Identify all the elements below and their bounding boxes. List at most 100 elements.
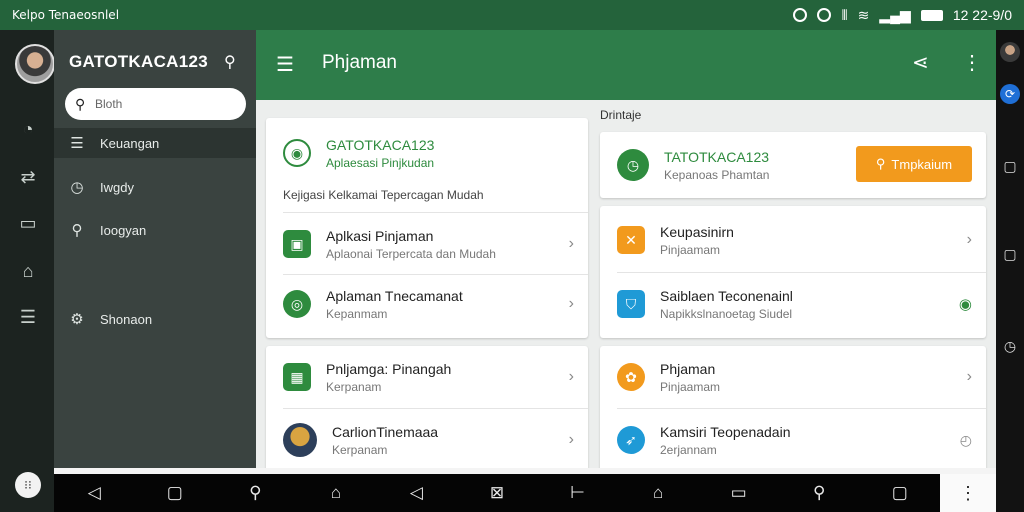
square-icon[interactable]: ▢ — [1000, 156, 1020, 176]
home-icon[interactable]: ⌂ — [296, 483, 377, 503]
check-circle-icon: ◉ — [283, 139, 311, 167]
screen: Kelpo Tenaeosnlel ⦀ ≋ ▂▄▆ 12 22-9/0 ◔ ⇄ … — [0, 0, 1024, 512]
location-icon: ◎ — [283, 290, 311, 318]
item-title: Keupasinirn — [660, 223, 734, 240]
more-options-icon[interactable]: ⋮ — [940, 474, 996, 512]
drawer-item-shonaon[interactable]: ⚙ Shonaon — [54, 304, 256, 334]
wallet-icon: ▣ — [283, 230, 311, 258]
square-icon[interactable]: ▢ — [1000, 244, 1020, 264]
chevron-right-icon: › — [568, 235, 574, 252]
drawer-item-iwgdy[interactable]: ◷ Iwgdy — [54, 172, 256, 202]
list-icon: ☰ — [70, 135, 84, 152]
bracket-icon[interactable]: ⊢ — [537, 483, 618, 503]
swap-icon[interactable]: ⇄ — [17, 166, 39, 188]
menu-icon[interactable]: ☰ — [276, 52, 294, 77]
list-item[interactable]: CarlionTinemaaa Kerpanam › — [266, 409, 588, 468]
status-dot-icon: ◉ — [958, 296, 972, 313]
finance-card: ✕ Keupasinirn Pinjaamam › ⛉ Saiblaen Tec… — [600, 206, 986, 338]
search-icon[interactable]: ⚲ — [224, 52, 236, 72]
item-title: CarlionTinemaaa — [332, 423, 439, 440]
search-icon[interactable]: ⚲ — [215, 483, 296, 503]
list-item[interactable]: ⛉ Saiblaen Teconenainl Napikkslnanoetag … — [600, 274, 986, 334]
status-icons: ⦀ ≋ ▂▄▆ 12 22-9/0 — [793, 7, 1012, 24]
chevron-right-icon: › — [966, 368, 972, 385]
navigation-drawer: GATOTKACA123 ⚲ ⚲ Bloth ☰ Keuangan ◷ Iwgd… — [54, 30, 256, 468]
clock-icon[interactable]: ◔ — [17, 118, 39, 140]
profile-tagline: Kejigasi Kelkamai Tepercagan Mudah — [283, 188, 484, 202]
item-subtitle: 2erjannam — [660, 442, 717, 457]
back-icon[interactable]: ◁ — [54, 483, 135, 503]
shield-icon: ⛉ — [617, 290, 645, 318]
list-item[interactable]: ➶ Kamsiri Teopenadain 2erjannam ◴ — [600, 409, 986, 468]
avatar[interactable] — [1000, 42, 1020, 62]
apply-button-label: Tmpkaium — [891, 156, 953, 172]
status-bar: Kelpo Tenaeosnlel ⦀ ≋ ▂▄▆ 12 22-9/0 — [0, 0, 1024, 30]
wifi-icon: ≋ — [857, 6, 870, 23]
item-subtitle: Pinjaamam — [660, 242, 721, 257]
profile-title: GATOTKACA123 — [326, 136, 435, 153]
building-icon[interactable]: ⌂ — [618, 483, 699, 503]
search-input[interactable]: ⚲ Bloth — [65, 88, 246, 120]
chevron-right-icon: › — [568, 295, 574, 312]
square-icon[interactable]: ▢ — [135, 483, 216, 503]
drawer-item-ioogyan[interactable]: ⚲ Ioogyan — [54, 215, 256, 245]
item-title: Pnljamga: Pinangah — [326, 360, 452, 377]
item-title: Saiblaen Teconenainl — [660, 287, 793, 304]
profile-subtitle: Aplaesasi Pinjkudan — [326, 155, 435, 170]
back-icon[interactable]: ◁ — [376, 483, 457, 503]
list-icon[interactable]: ☰ — [17, 306, 39, 328]
chevron-right-icon: › — [966, 231, 972, 248]
square-icon[interactable]: ▢ — [859, 483, 940, 503]
sync-icon — [817, 8, 832, 22]
item-title: Phjaman — [660, 360, 716, 377]
avatar — [283, 423, 317, 457]
status-bar-title: Kelpo Tenaeosnlel — [12, 8, 120, 22]
item-subtitle: Aplaonai Terpercata dan Mudah — [326, 246, 496, 261]
drawer-item-label: Ioogyan — [100, 222, 147, 238]
search-placeholder: Bloth — [95, 97, 123, 111]
coin-icon: ✿ — [617, 363, 645, 391]
item-subtitle: Napikkslnanoetag Siudel — [660, 306, 793, 321]
gear-icon: ⚙ — [70, 311, 84, 328]
main-content: ◉ GATOTKACA123 Aplaesasi Pinjkudan Kejig… — [256, 100, 996, 468]
left-rail: ◔ ⇄ ▭ ⌂ ☰ — [0, 30, 55, 512]
drawer-username: GATOTKACA123 — [69, 52, 208, 71]
list-item[interactable]: ▣ Aplkasi Pinjaman Aplaonai Terpercata d… — [266, 216, 588, 272]
page-title: Phjaman — [322, 52, 397, 73]
battery-icon — [920, 9, 943, 21]
more-options-icon[interactable]: ⋮ — [962, 50, 982, 75]
account-title: TATOTKACA123 — [664, 148, 770, 165]
list-item[interactable]: ✕ Keupasinirn Pinjaamam › — [600, 210, 986, 270]
rocket-icon: ➶ — [617, 426, 645, 454]
chevron-right-icon: › — [568, 431, 574, 448]
clock-icon: ◷ — [70, 179, 84, 196]
signal-icon: ▂▄▆ — [879, 6, 911, 23]
account-card: ◷ TATOTKACA123 Kepanoas Phamtan ⚲ Tmpkai… — [600, 132, 986, 198]
clock-text: 12 22-9/0 — [952, 7, 1012, 23]
clipboard-icon[interactable]: ▭ — [698, 483, 779, 503]
loan-card: ▦ Pnljamga: Pinangah Kerpanam › CarlionT… — [266, 346, 588, 468]
wallet-icon: ✕ — [617, 226, 645, 254]
clock-icon[interactable]: ◷ — [1000, 336, 1020, 356]
home-icon[interactable]: ⌂ — [17, 260, 39, 282]
assistant-icon[interactable]: ⁝⁝ — [15, 472, 41, 498]
timer-icon: ◴ — [959, 431, 972, 448]
drawer-item-keuangan[interactable]: ☰ Keuangan — [54, 128, 256, 158]
search-icon: ⚲ — [875, 156, 886, 171]
calculator-icon: ▦ — [283, 363, 311, 391]
list-item[interactable]: ✿ Phjaman Pinjaamam › — [600, 346, 986, 408]
card-icon[interactable]: ▭ — [17, 212, 39, 234]
share-icon[interactable]: ⋖ — [912, 50, 929, 75]
item-subtitle: Kerpanam — [326, 379, 382, 394]
list-item[interactable]: ▦ Pnljamga: Pinangah Kerpanam › — [266, 346, 588, 408]
profile-header[interactable]: ◉ GATOTKACA123 Aplaesasi Pinjkudan — [266, 134, 588, 172]
list-item[interactable]: ◎ Aplaman Tnecamanat Kepanmam › — [266, 276, 588, 332]
avatar[interactable] — [15, 44, 55, 84]
mail-icon[interactable]: ⊠ — [457, 483, 538, 503]
apply-button[interactable]: ⚲ Tmpkaium — [856, 146, 972, 182]
right-strip: ⟳ ▢ ▢ ◷ — [996, 30, 1024, 512]
drawer-item-label: Iwgdy — [100, 179, 134, 195]
sync-icon[interactable]: ⟳ — [1000, 84, 1020, 104]
search-icon[interactable]: ⚲ — [779, 483, 860, 503]
app-bar: ☰ Phjaman ⋖ ⋮ — [256, 30, 996, 100]
